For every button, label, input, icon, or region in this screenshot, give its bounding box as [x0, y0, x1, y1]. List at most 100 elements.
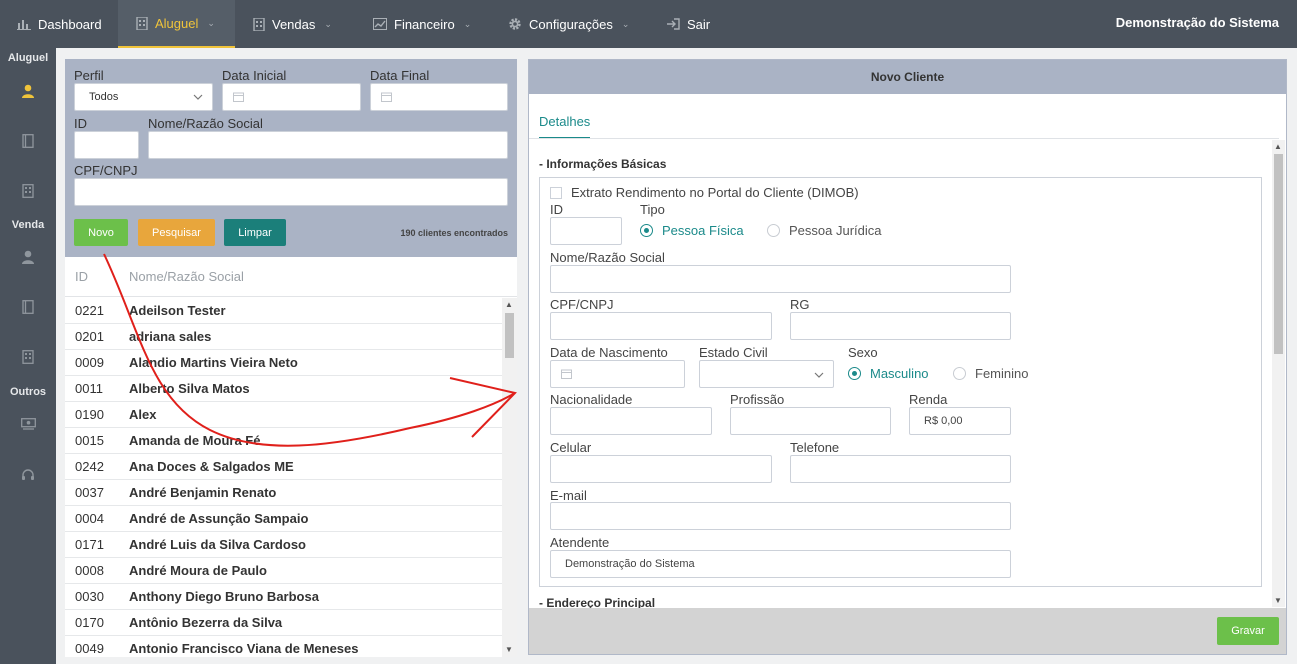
limpar-button[interactable]: Limpar — [224, 219, 286, 246]
scroll-down-arrow[interactable]: ▼ — [1274, 596, 1282, 605]
money-icon[interactable] — [18, 414, 38, 434]
perfil-select[interactable]: Todos — [74, 83, 213, 111]
scroll-up-arrow[interactable]: ▲ — [505, 300, 513, 309]
table-row[interactable]: 0030 Anthony Diego Bruno Barbosa — [65, 584, 502, 610]
row-id: 0015 — [75, 433, 104, 448]
list-header: ID Nome/Razão Social — [65, 257, 517, 297]
user-icon[interactable] — [18, 81, 38, 101]
row-id: 0190 — [75, 407, 104, 422]
estado-civil-select[interactable] — [699, 360, 834, 388]
pesquisar-button[interactable]: Pesquisar — [138, 219, 215, 246]
nav-configuracoes[interactable]: Configurações ⌄ — [508, 0, 629, 48]
gear-icon — [509, 18, 521, 30]
gravar-button[interactable]: Gravar — [1217, 617, 1279, 645]
tipo-pf-label: Pessoa Física — [662, 223, 744, 238]
table-row[interactable]: 0015 Amanda de Moura Fé — [65, 428, 502, 454]
row-id: 0171 — [75, 537, 104, 552]
sexo-masculino-radio[interactable]: Masculino — [848, 366, 929, 381]
atendente-input[interactable]: Demonstração do Sistema — [550, 550, 1011, 578]
nome-input[interactable] — [550, 265, 1011, 293]
tab-divider — [529, 138, 1279, 139]
building-icon[interactable] — [18, 181, 38, 201]
panel-scrollbar[interactable]: ▲ ▼ — [1272, 140, 1285, 607]
profissao-label: Profissão — [730, 392, 785, 407]
panel-scroll-thumb[interactable] — [1274, 154, 1283, 354]
nav-dashboard[interactable]: Dashboard — [17, 0, 102, 48]
id-input[interactable] — [74, 131, 139, 159]
list-scroll-thumb[interactable] — [505, 313, 514, 358]
table-row[interactable]: 0201 adriana sales — [65, 324, 502, 350]
table-row[interactable]: 0242 Ana Doces & Salgados ME — [65, 454, 502, 480]
nav-vendas[interactable]: Vendas ⌄ — [253, 0, 332, 48]
tab-detalhes[interactable]: Detalhes — [539, 114, 591, 139]
client-id-input[interactable] — [550, 217, 622, 245]
row-id: 0049 — [75, 641, 104, 656]
nacionalidade-input[interactable] — [550, 407, 712, 435]
atendente-value: Demonstração do Sistema — [565, 558, 695, 570]
table-row[interactable]: 0011 Alberto Silva Matos — [65, 376, 502, 402]
table-row[interactable]: 0170 Antônio Bezerra da Silva — [65, 610, 502, 636]
row-id: 0004 — [75, 511, 104, 526]
col-id-header: ID — [75, 269, 88, 284]
section-informacoes-basicas[interactable]: - Informações Básicas — [539, 157, 666, 171]
table-row[interactable]: 0049 Antonio Francisco Viana de Meneses — [65, 636, 502, 657]
tipo-pessoa-juridica-radio[interactable]: Pessoa Jurídica — [767, 223, 882, 238]
list-scrollbar[interactable]: ▲ ▼ — [502, 298, 517, 657]
table-row[interactable]: 0037 André Benjamin Renato — [65, 480, 502, 506]
row-name: Antônio Bezerra da Silva — [129, 615, 283, 630]
table-row[interactable]: 0008 André Moura de Paulo — [65, 558, 502, 584]
table-row[interactable]: 0221 Adeilson Tester — [65, 298, 502, 324]
row-name: André de Assunção Sampaio — [129, 511, 309, 526]
nome-label: Nome/Razão Social — [148, 116, 263, 131]
radio-selected-icon — [640, 224, 653, 237]
nav-financeiro[interactable]: Financeiro ⌄ — [373, 0, 471, 48]
table-row[interactable]: 0190 Alex — [65, 402, 502, 428]
nav-aluguel[interactable]: Aluguel ⌄ — [118, 0, 235, 48]
row-id: 0170 — [75, 615, 104, 630]
results-count: 190 clientes encontrados — [400, 228, 508, 238]
col-nome-header: Nome/Razão Social — [129, 269, 244, 284]
nav-sair[interactable]: Sair — [666, 0, 710, 48]
novo-button[interactable]: Novo — [74, 219, 128, 246]
table-row[interactable]: 0171 André Luis da Silva Cardoso — [65, 532, 502, 558]
atendente-label: Atendente — [550, 535, 610, 550]
dimob-checkbox-row[interactable]: Extrato Rendimento no Portal do Cliente … — [550, 185, 859, 200]
sexo-feminino-radio[interactable]: Feminino — [953, 366, 1028, 381]
id-label: ID — [74, 116, 87, 131]
telefone-input[interactable] — [790, 455, 1011, 483]
renda-label: Renda — [909, 392, 948, 407]
data-inicial-input[interactable] — [222, 83, 361, 111]
row-id: 0201 — [75, 329, 104, 344]
nome-input[interactable] — [148, 131, 508, 159]
headset-icon[interactable] — [18, 464, 38, 484]
nav-financeiro-label: Financeiro — [394, 16, 455, 32]
email-input[interactable] — [550, 502, 1011, 530]
table-row[interactable]: 0004 André de Assunção Sampaio — [65, 506, 502, 532]
basic-info-form: Extrato Rendimento no Portal do Cliente … — [539, 177, 1262, 587]
novo-cliente-panel: Novo Cliente Detalhes - Informações Bási… — [528, 59, 1287, 655]
row-name: André Benjamin Renato — [129, 485, 277, 500]
id-label: ID — [550, 202, 563, 217]
estado-civil-label: Estado Civil — [699, 345, 768, 360]
client-list: ID Nome/Razão Social 0221 Adeilson Tester… — [65, 257, 517, 657]
row-id: 0037 — [75, 485, 104, 500]
telefone-label: Telefone — [790, 440, 840, 455]
user-icon[interactable] — [18, 247, 38, 267]
sexo-label: Sexo — [848, 345, 878, 360]
nascimento-input[interactable] — [550, 360, 685, 388]
contract-icon[interactable] — [18, 131, 38, 151]
scroll-down-arrow[interactable]: ▼ — [505, 645, 513, 654]
data-final-input[interactable] — [370, 83, 508, 111]
tipo-pessoa-fisica-radio[interactable]: Pessoa Física — [640, 223, 744, 238]
rg-input[interactable] — [790, 312, 1011, 340]
profissao-input[interactable] — [730, 407, 891, 435]
table-row[interactable]: 0009 Alandio Martins Vieira Neto — [65, 350, 502, 376]
renda-input[interactable]: R$ 0,00 — [909, 407, 1011, 435]
dimob-checkbox[interactable] — [550, 186, 562, 199]
scroll-up-arrow[interactable]: ▲ — [1274, 142, 1282, 151]
contract-icon[interactable] — [18, 297, 38, 317]
building-icon[interactable] — [18, 347, 38, 367]
cpf-input[interactable] — [550, 312, 772, 340]
celular-input[interactable] — [550, 455, 772, 483]
cpf-input[interactable] — [74, 178, 508, 206]
